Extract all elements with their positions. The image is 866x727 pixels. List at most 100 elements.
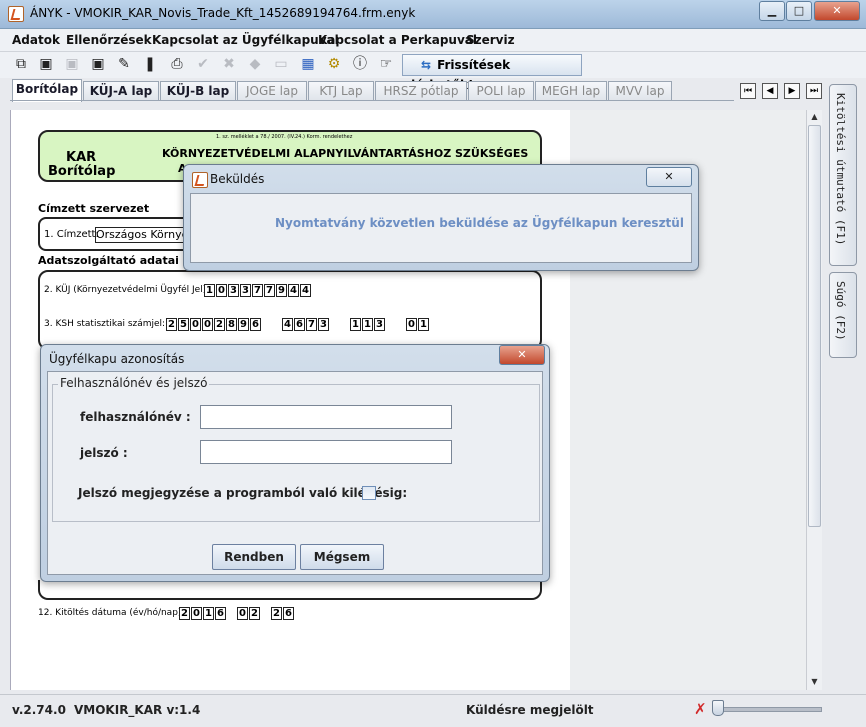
digit-box: 3 <box>240 284 251 297</box>
login-dialog-body: Felhasználónév és jelszó felhasználónév … <box>47 371 543 575</box>
date-label: 12. Kitöltés dátuma (év/hó/nap): <box>38 608 185 618</box>
login-dialog-title: Ügyfélkapu azonosítás <box>49 352 185 366</box>
menu-ellenorzesek[interactable]: Ellenőrzések <box>66 33 152 47</box>
refresh-icon: ⇆ <box>421 58 432 72</box>
kar-subtitle: Borítólap <box>48 164 116 179</box>
recipient-field[interactable]: Országos Környez <box>95 227 189 243</box>
zoom-slider-thumb[interactable] <box>712 700 724 716</box>
digit-box: 4 <box>300 284 311 297</box>
digit-box: 0 <box>190 318 201 331</box>
main-title: KÖRNYEZETVÉDELMI ALAPNYILVÁNTARTÁSHOZ SZ… <box>162 147 529 160</box>
remember-checkbox[interactable] <box>362 486 376 500</box>
scroll-up-icon[interactable]: ▲ <box>807 110 822 124</box>
info-book-icon[interactable]: ❚ <box>141 55 159 73</box>
check-document-icon[interactable]: ✎ <box>115 55 133 73</box>
send-dialog-body: Nyomtatvány közvetlen beküldése az Ügyfé… <box>190 193 692 263</box>
digit-box: 0 <box>406 318 417 331</box>
prev-tab-icon[interactable]: ◀ <box>762 83 778 99</box>
digit-box: 1 <box>418 318 429 331</box>
digit-box: 5 <box>178 318 189 331</box>
cancel-button[interactable]: Mégsem <box>300 544 384 570</box>
send-dialog-close-button[interactable]: ✕ <box>646 167 692 187</box>
tab-ktj[interactable]: KTJ Lap <box>308 81 374 101</box>
first-tab-icon[interactable]: ⏮ <box>740 83 756 99</box>
tab-joge[interactable]: JOGE lap <box>237 81 307 101</box>
tab-kuj-b[interactable]: KÜJ-B lap <box>160 81 236 101</box>
info-icon[interactable]: ⓘ <box>351 55 369 73</box>
digit-box: 7 <box>264 284 275 297</box>
sign-icon[interactable]: ◆ <box>246 55 264 73</box>
send-dialog-message: Nyomtatvány közvetlen beküldése az Ügyfé… <box>275 216 684 230</box>
remember-label: Jelszó megjegyzése a programból való kil… <box>78 486 408 500</box>
password-input[interactable] <box>200 440 452 464</box>
updates-available-button[interactable]: ⇆Frissítések elérhetők! <box>402 54 582 92</box>
gears-icon[interactable]: ⚙ <box>325 55 343 73</box>
side-tab-guide[interactable]: Kitöltési útmutató (F1) <box>829 84 857 266</box>
menu-adatok[interactable]: Adatok <box>12 33 60 47</box>
digit-box: 0 <box>237 607 248 620</box>
form-lower-frame <box>38 580 542 600</box>
checkmark-icon[interactable]: ✔ <box>194 55 212 73</box>
save-disabled-icon[interactable]: ▣ <box>63 55 81 73</box>
status-state: Küldésre megjelölt <box>466 703 594 717</box>
zoom-slider-track[interactable] <box>716 707 822 712</box>
scroll-down-icon[interactable]: ▼ <box>807 675 822 689</box>
app-icon <box>8 6 24 22</box>
send-dialog-title: Beküldés <box>210 172 265 186</box>
print-icon[interactable]: ⎙ <box>168 55 186 73</box>
status-bar: v.2.74.0 VMOKIR_KAR v:1.4 Küldésre megje… <box>0 694 866 727</box>
error-icon[interactable]: ✗ <box>694 701 710 717</box>
menu-ugyfelkapu[interactable]: Kapcsolat az Ügyfélkapuval <box>152 33 339 47</box>
tab-megh[interactable]: MEGH lap <box>535 81 607 101</box>
copy-icon[interactable]: ⧉ <box>12 55 30 73</box>
ksh-field[interactable]: 25002896467311301 <box>166 318 429 331</box>
window-title: ÁNYK - VMOKIR_KAR_Novis_Trade_Kft_145268… <box>30 6 416 20</box>
scrollbar-thumb[interactable] <box>808 125 821 527</box>
save-as-icon[interactable]: ▣ <box>89 55 107 73</box>
password-label: jelszó : <box>80 446 128 460</box>
menu-szerviz[interactable]: Szerviz <box>466 33 515 47</box>
kar-title: KAR <box>66 150 97 165</box>
username-input[interactable] <box>200 405 452 429</box>
ok-button[interactable]: Rendben <box>212 544 296 570</box>
date-field[interactable]: 20160226 <box>179 607 294 620</box>
pointing-hand-icon[interactable]: ☞ <box>377 55 395 73</box>
menu-perkapu[interactable]: Kapcsolat a Perkapuval <box>318 33 477 47</box>
username-label: felhasználónév : <box>80 410 191 424</box>
login-dialog: Ügyfélkapu azonosítás ✕ Felhasználónév é… <box>40 344 550 582</box>
digit-box: 2 <box>214 318 225 331</box>
digit-box: 6 <box>294 318 305 331</box>
close-button[interactable]: ✕ <box>814 1 860 21</box>
tab-mvv[interactable]: MVV lap <box>608 81 672 101</box>
delete-icon[interactable]: ✖ <box>220 55 238 73</box>
last-tab-icon[interactable]: ⏭ <box>806 83 822 99</box>
save-icon[interactable]: ▣ <box>37 55 55 73</box>
tab-kuj-a[interactable]: KÜJ-A lap <box>83 81 159 101</box>
minimize-button[interactable]: ▁ <box>759 1 785 21</box>
tab-poli[interactable]: POLI lap <box>468 81 534 101</box>
kuj-field[interactable]: 103377944 <box>204 284 311 297</box>
login-dialog-close-button[interactable]: ✕ <box>499 345 545 365</box>
digit-box: 1 <box>204 284 215 297</box>
digit-box: 0 <box>191 607 202 620</box>
provider-section-title: Adatszolgáltató adatai <box>38 254 179 267</box>
keyboard-icon[interactable]: ▭ <box>272 55 290 73</box>
app-version: v.2.74.0 <box>12 703 66 717</box>
maximize-button[interactable]: □ <box>786 1 812 21</box>
tab-hrsz[interactable]: HRSZ pótlap <box>375 81 467 101</box>
digit-box: 3 <box>318 318 329 331</box>
calculator-icon[interactable]: ▦ <box>299 55 317 73</box>
window-titlebar[interactable]: ÁNYK - VMOKIR_KAR_Novis_Trade_Kft_145268… <box>0 0 866 29</box>
digit-box: 0 <box>216 284 227 297</box>
digit-box: 4 <box>288 284 299 297</box>
recipient-label: 1. Címzett: <box>44 229 99 240</box>
side-tab-help[interactable]: Súgó (F2) <box>829 272 857 358</box>
digit-box: 1 <box>203 607 214 620</box>
tab-boritolap[interactable]: Borítólap <box>12 79 82 102</box>
decree-text: 1. sz. melléklet a 78./ 2007. (IV.24.) K… <box>216 134 353 140</box>
digit-box: 0 <box>202 318 213 331</box>
digit-box: 3 <box>228 284 239 297</box>
ksh-label: 3. KSH statisztikai számjel: <box>44 319 166 329</box>
digit-box: 2 <box>179 607 190 620</box>
next-tab-icon[interactable]: ▶ <box>784 83 800 99</box>
